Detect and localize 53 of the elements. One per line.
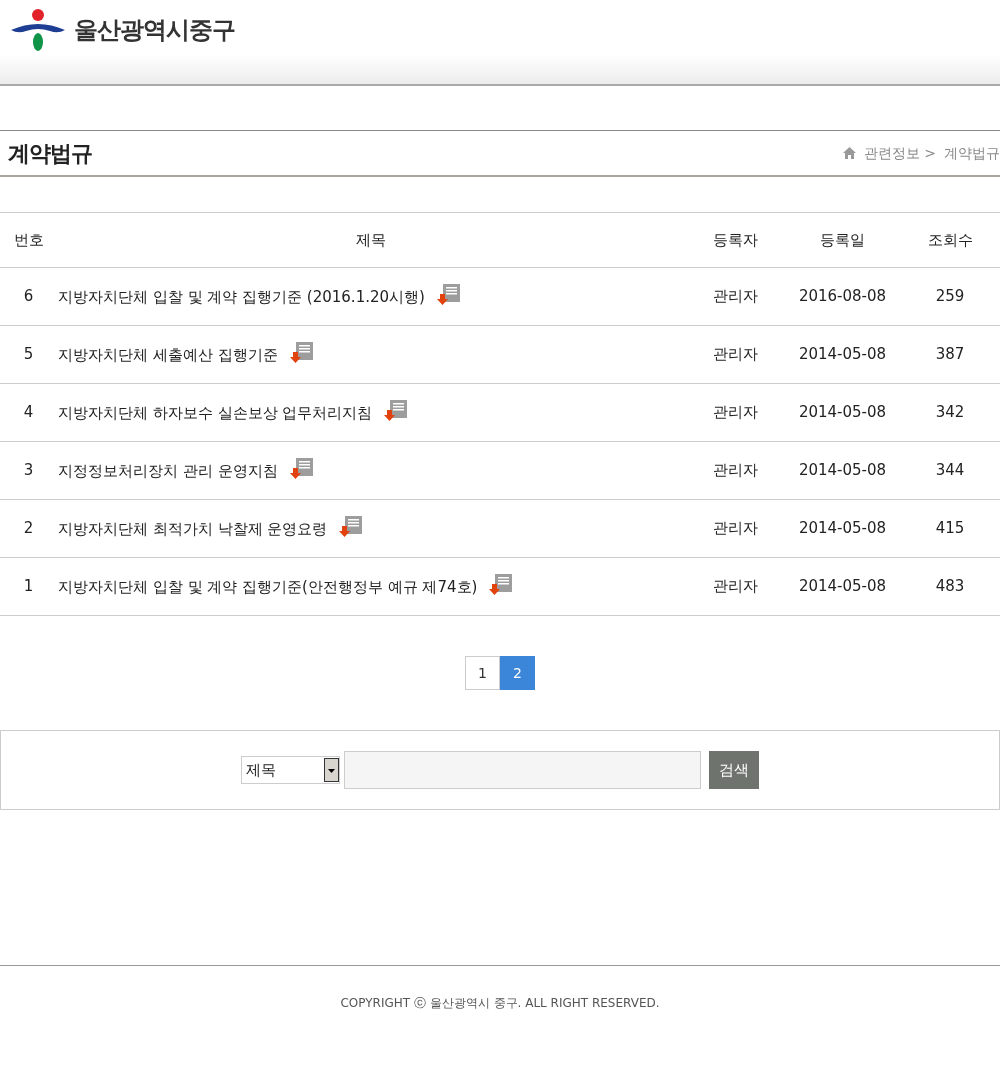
table-cell: 4 [0, 383, 57, 442]
file-download-icon[interactable] [289, 342, 314, 365]
column-header: 조회수 [900, 212, 1000, 268]
table-cell: 관리자 [685, 325, 785, 384]
table-cell: 2016-08-08 [785, 267, 900, 326]
column-header: 등록일 [785, 212, 900, 268]
column-header: 등록자 [685, 212, 785, 268]
table-cell: 2014-05-08 [785, 557, 900, 616]
table-cell: 6 [0, 267, 57, 326]
column-header: 번호 [0, 212, 57, 268]
page-button[interactable]: 2 [500, 656, 535, 690]
table-cell: 2014-05-08 [785, 499, 900, 558]
table-cell: 관리자 [685, 557, 785, 616]
breadcrumb-current: 계약법규 [944, 143, 1000, 163]
table-cell: 344 [900, 441, 1000, 500]
title-link[interactable]: 지방자치단체 입찰 및 계약 집행기준 (2016.1.20시행) [58, 288, 425, 307]
table-cell: 관리자 [685, 441, 785, 500]
title-link[interactable]: 지방자치단체 입찰 및 계약 집행기준(안전행정부 예규 제74호) [58, 578, 478, 597]
table-cell: 2014-05-08 [785, 441, 900, 500]
title-link[interactable]: 지방자치단체 하자보수 실손보상 업무처리지침 [58, 404, 373, 423]
breadcrumb-link[interactable]: 관련정보 > [863, 142, 936, 164]
logo-text[interactable]: 울산광역시중구 [74, 12, 235, 48]
search-input[interactable] [344, 751, 701, 789]
file-download-icon[interactable] [436, 284, 461, 307]
file-download-icon[interactable] [339, 516, 364, 539]
search-type-select[interactable]: 제목 [241, 756, 340, 784]
title-link[interactable]: 지정정보처리장치 관리 운영지침 [58, 462, 278, 481]
table-cell: 3 [0, 441, 57, 500]
table-cell: 5 [0, 325, 57, 384]
table-cell: 483 [900, 557, 1000, 616]
page-title: 계약법규 [8, 139, 92, 168]
table-cell: 관리자 [685, 499, 785, 558]
table-cell: 342 [900, 383, 1000, 442]
table-cell: 259 [900, 267, 1000, 326]
home-icon [842, 147, 856, 159]
table-cell: 415 [900, 499, 1000, 558]
search-button[interactable]: 검색 [709, 751, 759, 789]
table-cell: 2014-05-08 [785, 325, 900, 384]
column-header: 제목 [57, 212, 685, 268]
logo-icon [10, 8, 66, 52]
file-download-icon[interactable] [289, 458, 314, 481]
table-cell: 387 [900, 325, 1000, 384]
table-cell: 2 [0, 499, 57, 558]
table-cell: 관리자 [685, 383, 785, 442]
title-link[interactable]: 지방자치단체 최적가치 낙찰제 운영요령 [58, 520, 328, 539]
file-download-icon[interactable] [384, 400, 409, 423]
file-download-icon[interactable] [489, 574, 514, 597]
title-link[interactable]: 지방자치단체 세출예산 집행기준 [58, 346, 278, 365]
copyright-text: COPYRIGHT ⓒ 울산광역시 중구. ALL RIGHT RESERVED. [340, 996, 660, 1010]
page-button[interactable]: 1 [465, 656, 500, 690]
table-cell: 2014-05-08 [785, 383, 900, 442]
table-cell: 1 [0, 557, 57, 616]
table-cell: 관리자 [685, 267, 785, 326]
